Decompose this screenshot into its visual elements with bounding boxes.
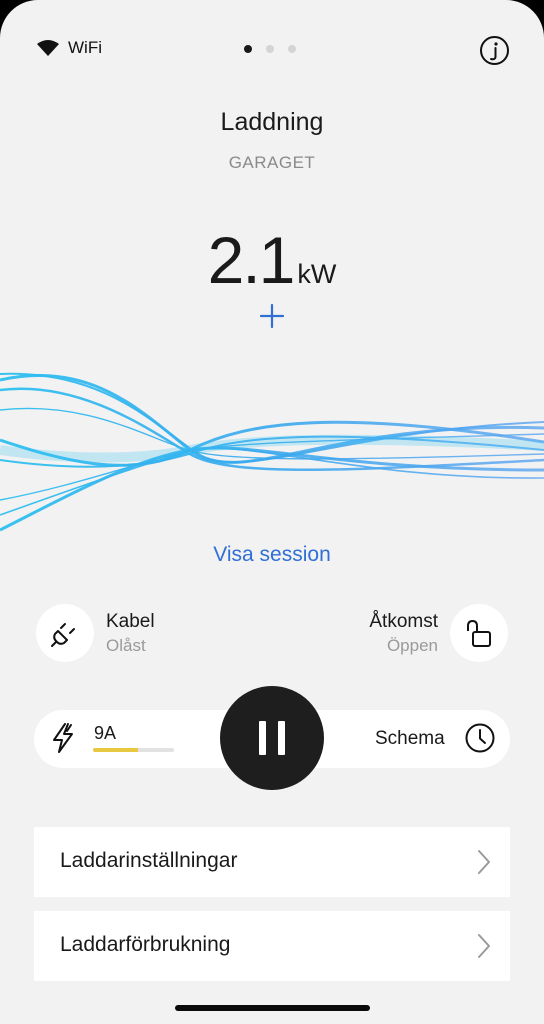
wifi-label: WiFi [68, 38, 102, 57]
current-limit-bar [93, 748, 174, 752]
power-value: 2.1 [207, 223, 296, 297]
chevron-right-icon [478, 934, 490, 958]
charger-settings-label: Laddarinställningar [60, 849, 238, 872]
access-label: Åtkomst [369, 611, 438, 632]
access-button[interactable] [450, 604, 508, 662]
wifi-status: WiFi [36, 38, 102, 58]
lightning-icon[interactable] [50, 722, 76, 754]
home-indicator[interactable] [175, 1005, 370, 1011]
cable-button[interactable] [36, 604, 94, 662]
location-subtitle: GARAGET [228, 153, 316, 172]
page-dot-1[interactable] [244, 45, 252, 53]
page-indicator[interactable] [244, 45, 296, 53]
cable-status: Olåst [106, 636, 146, 655]
page-dot-3[interactable] [288, 45, 296, 53]
plug-icon [51, 623, 75, 647]
current-limit-fill [93, 748, 138, 752]
plus-icon[interactable] [258, 302, 286, 330]
charger-consumption-label: Laddarförbrukning [60, 933, 231, 956]
cable-label: Kabel [106, 611, 155, 632]
clock-icon[interactable] [464, 722, 496, 754]
pause-button[interactable] [220, 686, 324, 790]
access-status: Öppen [386, 636, 438, 655]
view-session-link[interactable]: Visa session [0, 543, 544, 567]
charger-settings-item[interactable]: Laddarinställningar [34, 827, 510, 897]
current-limit-label[interactable]: 9A [94, 723, 116, 744]
pause-icon-bar [278, 721, 285, 755]
page-dot-2[interactable] [266, 45, 274, 53]
unlocked-padlock-icon [467, 620, 491, 647]
power-readout: 2.1 kW [0, 222, 544, 298]
schedule-label[interactable]: Schema [375, 728, 445, 750]
info-icon[interactable] [479, 35, 510, 66]
screen: WiFi Laddning GARAGET 2.1 kW Visa sessio… [0, 0, 544, 1024]
chevron-right-icon [478, 850, 490, 874]
charger-consumption-item[interactable]: Laddarförbrukning [34, 911, 510, 981]
page-title: Laddning [220, 108, 324, 136]
charging-wave-graphic [0, 372, 544, 532]
power-unit: kW [297, 259, 337, 289]
wifi-icon [37, 40, 59, 56]
pause-icon [259, 721, 266, 755]
